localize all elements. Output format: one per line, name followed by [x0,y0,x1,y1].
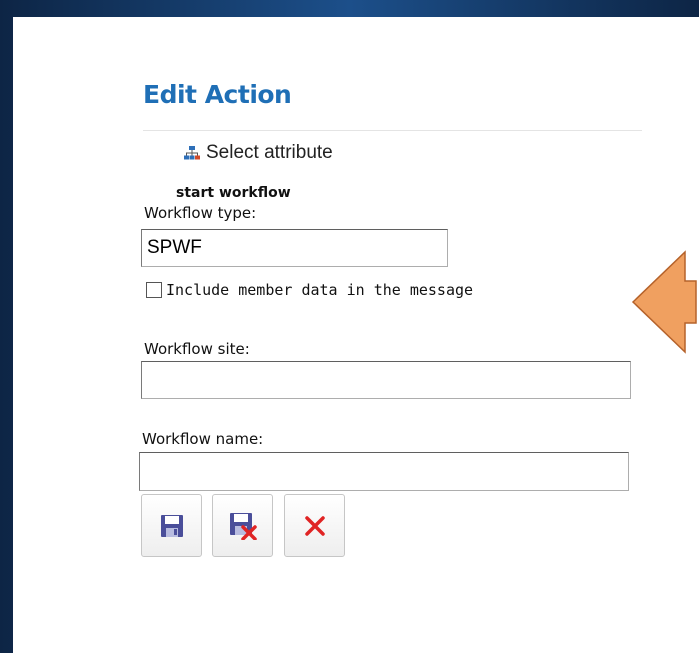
edit-action-panel [13,17,699,653]
cancel-button[interactable] [284,494,345,557]
workflow-type-label: Workflow type: [144,204,257,222]
save-button[interactable] [141,494,202,557]
save-and-close-icon [229,512,257,540]
hierarchy-icon [184,146,200,160]
workflow-name-input[interactable] [139,452,629,491]
workflow-site-input[interactable] [141,361,631,399]
workflow-name-label: Workflow name: [142,430,264,448]
workflow-site-label: Workflow site: [144,340,250,358]
save-and-close-button[interactable] [212,494,273,557]
section-title: start workflow [176,185,291,201]
delete-icon [304,515,325,536]
divider [143,130,642,131]
include-member-data-checkbox[interactable] [146,282,162,298]
select-attribute-label: Select attribute [206,142,333,163]
include-member-data-row: Include member data in the message [146,281,473,299]
left-arrow-callout [631,250,697,354]
workflow-type-input[interactable] [141,229,448,267]
include-member-data-label: Include member data in the message [166,281,474,299]
page-title: Edit Action [143,80,292,109]
select-attribute-link[interactable]: Select attribute [184,141,333,165]
save-icon [160,514,183,537]
